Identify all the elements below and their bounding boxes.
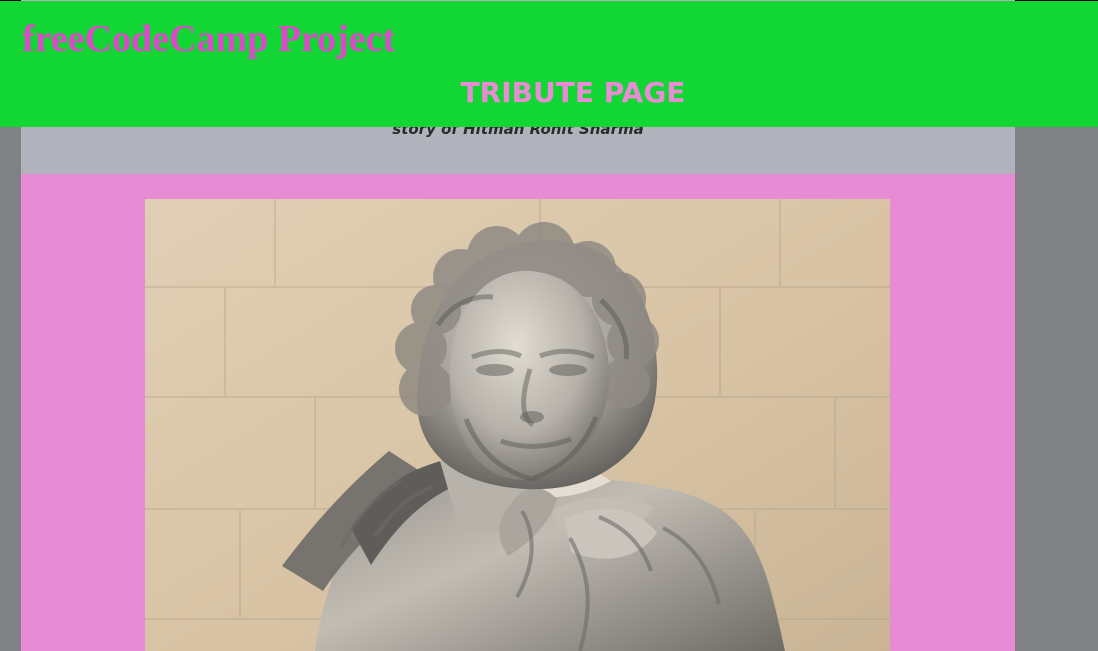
statue-illustration: [145, 199, 890, 651]
site-header: freeCodeCamp Project TRIBUTE PAGE: [0, 1, 1098, 127]
image-panel: [21, 174, 1015, 651]
page-title: TRIBUTE PAGE: [460, 76, 686, 109]
tribute-page: story of Hitman Rohit Sharma freeCodeCam…: [0, 0, 1098, 651]
project-brand: freeCodeCamp Project: [22, 18, 396, 60]
statue-image: [145, 199, 890, 651]
